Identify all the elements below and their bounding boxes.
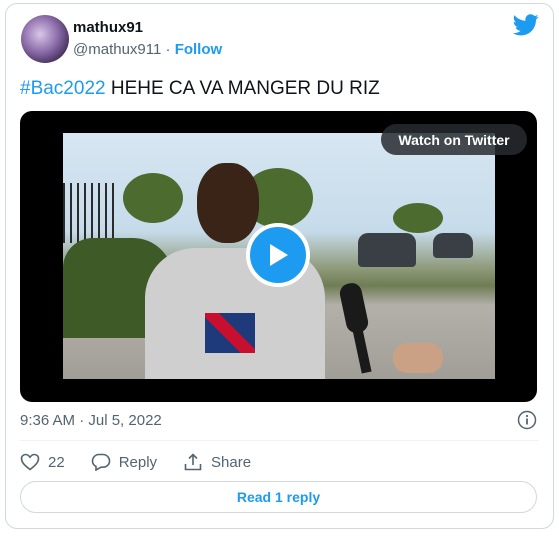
read-replies-button[interactable]: Read 1 reply [20, 481, 537, 513]
video-player[interactable]: clqj Watch on Twitter [20, 111, 537, 402]
info-icon[interactable] [517, 410, 537, 430]
author-name[interactable]: mathux91 [73, 19, 143, 36]
head [197, 163, 259, 243]
separator-dot: · [165, 41, 171, 58]
play-icon [270, 244, 288, 266]
hand [393, 343, 443, 373]
hashtag-link[interactable]: #Bac2022 [20, 78, 106, 99]
avatar[interactable] [21, 15, 69, 63]
fence [63, 183, 118, 243]
follow-link[interactable]: Follow [175, 41, 223, 58]
tweet-timestamp[interactable]: 9:36 AM · Jul 5, 2022 [20, 412, 162, 429]
divider [20, 440, 539, 441]
author-handle[interactable]: @mathux911 [73, 41, 161, 58]
car [358, 233, 416, 267]
heart-icon [20, 453, 40, 471]
microphone [338, 281, 370, 335]
share-label: Share [211, 453, 252, 471]
share-icon [184, 453, 202, 471]
like-count: 22 [48, 453, 65, 471]
reply-label: Reply [118, 453, 158, 471]
tweet-body: HEHE CA VA MANGER DU RIZ [110, 78, 380, 99]
tree [393, 203, 443, 233]
shirt-print [205, 313, 255, 353]
car [433, 233, 473, 258]
reply-bubble-icon [91, 453, 110, 471]
play-button[interactable] [246, 223, 310, 287]
twitter-bird-icon[interactable] [513, 14, 539, 36]
like-button[interactable]: 22 [20, 453, 65, 471]
author-handle-row: @mathux911 · Follow [73, 41, 222, 58]
action-bar: 22 Reply Share [20, 451, 277, 473]
tweet-text: #Bac2022 HEHE CA VA MANGER DU RIZ [20, 78, 380, 100]
microphone-handle [352, 327, 372, 374]
watch-on-twitter-button[interactable]: Watch on Twitter [381, 124, 527, 155]
share-button[interactable]: Share [183, 453, 251, 471]
reply-button[interactable]: Reply [91, 453, 157, 471]
